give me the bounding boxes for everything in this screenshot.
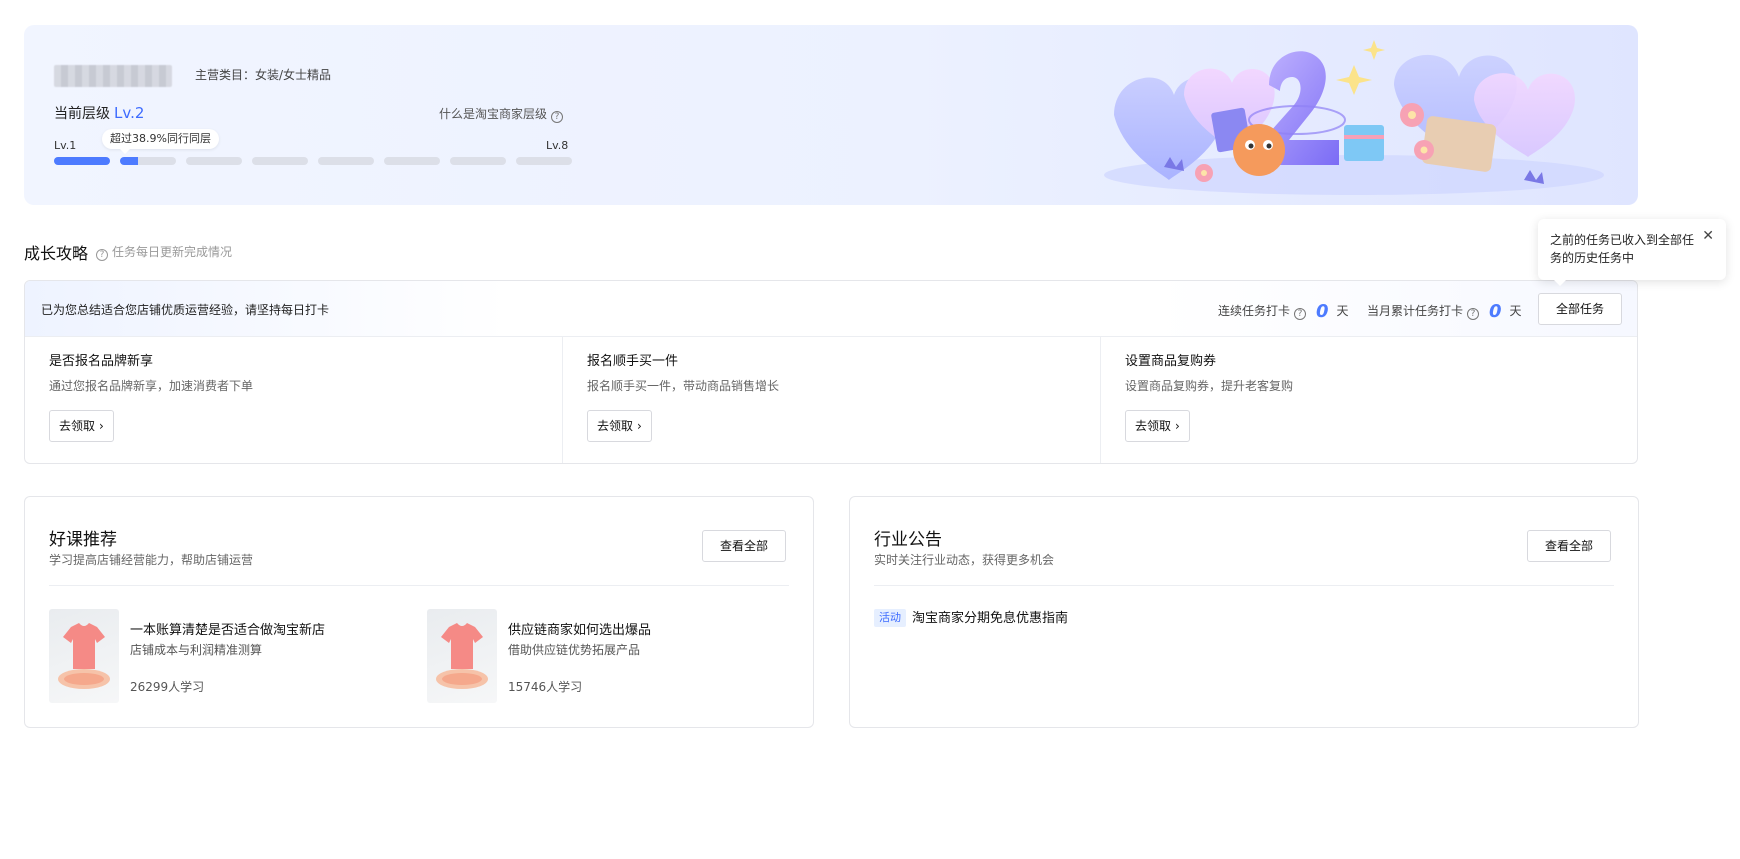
level-segment-7 bbox=[450, 157, 506, 165]
main-category: 主营类目：女装/女士精品 bbox=[195, 68, 332, 82]
notice-item[interactable]: 活动 淘宝商家分期免息优惠指南 bbox=[874, 607, 1068, 627]
task-desc: 报名顺手买一件，带动商品销售增长 bbox=[587, 379, 780, 393]
help-icon[interactable]: ? bbox=[96, 249, 108, 261]
growth-subtitle: ? 任务每日更新完成情况 bbox=[96, 243, 232, 261]
streak-label: 连续任务打卡 bbox=[1218, 304, 1291, 318]
level-segment-6 bbox=[384, 157, 440, 165]
task-title: 报名顺手买一件 bbox=[587, 354, 679, 369]
streak-checkin: 连续任务打卡? 0 天 bbox=[1218, 301, 1349, 322]
what-is-level-text: 什么是淘宝商家层级 bbox=[439, 107, 548, 121]
notices-subtitle: 实时关注行业动态，获得更多机会 bbox=[874, 553, 1055, 567]
all-tasks-button[interactable]: 全部任务 bbox=[1538, 293, 1622, 325]
course-title: 供应链商家如何选出爆品 bbox=[508, 623, 652, 638]
course-learners: 26299人学习 bbox=[130, 680, 205, 694]
day-unit: 天 bbox=[1336, 304, 1349, 318]
level-max-label: Lv.8 bbox=[546, 139, 569, 152]
help-icon[interactable]: ? bbox=[1467, 308, 1480, 320]
help-icon[interactable]: ? bbox=[1294, 308, 1307, 320]
claim-button-label: 去领取 bbox=[59, 419, 96, 433]
level-segment-3 bbox=[186, 157, 242, 165]
divider bbox=[49, 585, 789, 586]
task-card: 已为您总结适合您店铺优质运营经验，请坚持每日打卡 连续任务打卡? 0 天 当月累计任… bbox=[24, 280, 1638, 464]
help-icon: ? bbox=[551, 111, 564, 123]
notices-title: 行业公告 bbox=[874, 530, 942, 550]
level-min-label: Lv.1 bbox=[54, 139, 77, 152]
close-icon[interactable]: ✕ bbox=[1702, 229, 1714, 243]
courses-view-all-button[interactable]: 查看全部 bbox=[702, 530, 786, 562]
notices-view-all-button[interactable]: 查看全部 bbox=[1527, 530, 1611, 562]
notice-text: 淘宝商家分期免息优惠指南 bbox=[912, 611, 1069, 626]
task-item: 报名顺手买一件 报名顺手买一件，带动商品销售增长 去领取 › bbox=[562, 337, 1100, 463]
level-segment-5 bbox=[318, 157, 374, 165]
course-item[interactable]: 供应链商家如何选出爆品 借助供应链优势拓展产品 15746人学习 bbox=[427, 609, 757, 705]
course-item[interactable]: 一本账算清楚是否适合做淘宝新店 店铺成本与利润精准测算 26299人学习 bbox=[49, 609, 379, 705]
task-hint: 已为您总结适合您店铺优质运营经验，请坚持每日打卡 bbox=[41, 303, 330, 317]
claim-button-label: 去领取 bbox=[1135, 419, 1172, 433]
task-list: 是否报名品牌新享 通过您报名品牌新享，加速消费者下单 去领取 › 报名顺手买一件 … bbox=[25, 337, 1637, 463]
task-title: 是否报名品牌新享 bbox=[49, 354, 154, 369]
page: 主营类目：女装/女士精品 当前层级 Lv.2 什么是淘宝商家层级? Lv.1 Lv… bbox=[0, 0, 1740, 859]
claim-button[interactable]: 去领取 › bbox=[1125, 410, 1190, 442]
task-desc: 设置商品复购券，提升老客复购 bbox=[1125, 379, 1294, 393]
current-level-label: 当前层级 bbox=[54, 106, 110, 122]
task-item: 设置商品复购券 设置商品复购券，提升老客复购 去领取 › bbox=[1100, 337, 1637, 463]
day-unit: 天 bbox=[1509, 304, 1522, 318]
level-segment-8 bbox=[516, 157, 572, 165]
task-card-header: 已为您总结适合您店铺优质运营经验，请坚持每日打卡 连续任务打卡? 0 天 当月累计任… bbox=[25, 281, 1637, 337]
growth-title: 成长攻略 bbox=[24, 244, 89, 263]
chevron-right-icon: › bbox=[637, 419, 642, 433]
level-segment-2 bbox=[120, 157, 176, 165]
tooltip-text: 之前的任务已收入到全部任务的历史任务中 bbox=[1550, 233, 1695, 265]
courses-subtitle: 学习提高店铺经营能力，帮助店铺运营 bbox=[49, 553, 254, 567]
monthly-value: 0 bbox=[1489, 301, 1502, 322]
monthly-label: 当月累计任务打卡 bbox=[1367, 304, 1464, 318]
monthly-checkin: 当月累计任务打卡? 0 天 bbox=[1367, 301, 1522, 322]
chevron-right-icon: › bbox=[1175, 419, 1180, 433]
course-title: 一本账算清楚是否适合做淘宝新店 bbox=[130, 623, 326, 638]
notice-tag: 活动 bbox=[874, 609, 906, 627]
level-progress bbox=[54, 157, 572, 165]
task-desc: 通过您报名品牌新享，加速消费者下单 bbox=[49, 379, 254, 393]
task-item: 是否报名品牌新享 通过您报名品牌新享，加速消费者下单 去领取 › bbox=[25, 337, 562, 463]
current-level-value: Lv.2 bbox=[114, 104, 145, 122]
streak-value: 0 bbox=[1316, 301, 1329, 322]
peer-progress-bubble: 超过38.9%同行同层 bbox=[102, 129, 219, 154]
level-segment-1 bbox=[54, 157, 110, 165]
claim-button-label: 去领取 bbox=[597, 419, 634, 433]
courses-title: 好课推荐 bbox=[49, 530, 117, 550]
level-illustration bbox=[1104, 40, 1604, 195]
what-is-level-link[interactable]: 什么是淘宝商家层级? bbox=[439, 105, 564, 123]
chevron-right-icon: › bbox=[99, 419, 104, 433]
level-banner: 主营类目：女装/女士精品 当前层级 Lv.2 什么是淘宝商家层级? Lv.1 Lv… bbox=[24, 25, 1638, 205]
level-segment-4 bbox=[252, 157, 308, 165]
shop-name-blurred bbox=[54, 65, 172, 87]
tshirt-icon bbox=[58, 623, 110, 689]
industry-notices-card: 行业公告 实时关注行业动态，获得更多机会 查看全部 活动 淘宝商家分期免息优惠指南 bbox=[849, 496, 1639, 728]
history-tasks-tooltip: 之前的任务已收入到全部任务的历史任务中 ✕ bbox=[1538, 219, 1726, 286]
course-desc: 借助供应链优势拓展产品 bbox=[508, 643, 641, 657]
course-desc: 店铺成本与利润精准测算 bbox=[130, 643, 263, 657]
current-level: 当前层级 Lv.2 bbox=[54, 103, 144, 123]
tshirt-icon bbox=[436, 623, 488, 689]
claim-button[interactable]: 去领取 › bbox=[49, 410, 114, 442]
task-title: 设置商品复购券 bbox=[1125, 354, 1217, 369]
course-learners: 15746人学习 bbox=[508, 680, 583, 694]
course-thumbnail bbox=[49, 609, 119, 703]
growth-subtitle-text: 任务每日更新完成情况 bbox=[112, 245, 233, 259]
course-thumbnail bbox=[427, 609, 497, 703]
courses-card: 好课推荐 学习提高店铺经营能力，帮助店铺运营 查看全部 一本账算清楚是否适合做淘… bbox=[24, 496, 814, 728]
divider bbox=[874, 585, 1614, 586]
claim-button[interactable]: 去领取 › bbox=[587, 410, 652, 442]
